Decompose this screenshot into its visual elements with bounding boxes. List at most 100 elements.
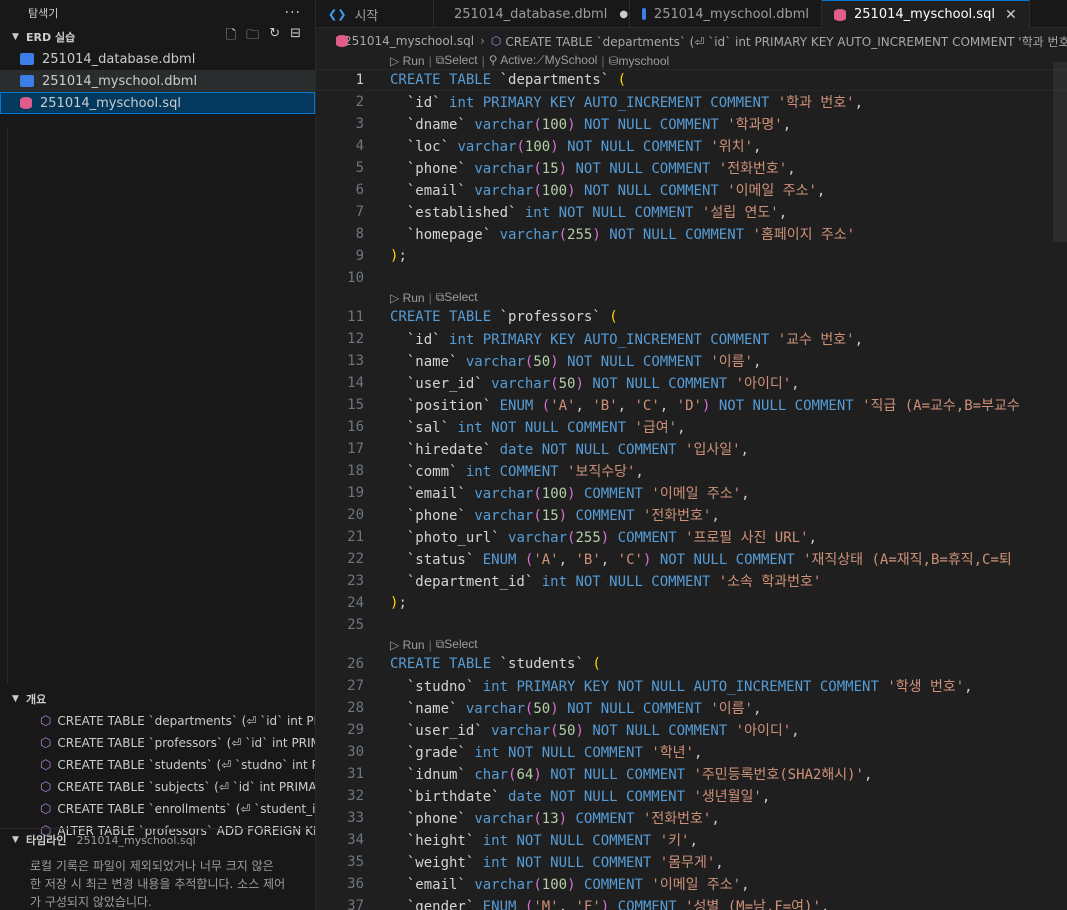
- explorer-title: 탐색기: [28, 7, 59, 20]
- explorer-header: 탐색기 ···: [0, 0, 315, 26]
- code-line[interactable]: 11 CREATE TABLE `professors` (: [316, 306, 1067, 328]
- cube-icon: ⬡: [40, 801, 52, 817]
- dbml-icon: [642, 8, 646, 20]
- code-text: `phone` varchar(15) COMMENT '전화번호',: [406, 508, 720, 524]
- code-text: `email` varchar(100) COMMENT '이메일 주소',: [406, 486, 750, 502]
- code-line[interactable]: 6 `email` varchar(100) NOT NULL COMMENT …: [316, 179, 1067, 201]
- code-line[interactable]: 8 `homepage` varchar(255) NOT NULL COMME…: [316, 223, 1067, 245]
- code-line[interactable]: 35 `weight` int NOT NULL COMMENT '몸무게',: [316, 851, 1067, 873]
- file-item[interactable]: 251014_myschool.dbml: [0, 70, 315, 92]
- code-line[interactable]: 19 `email` varchar(100) COMMENT '이메일 주소'…: [316, 482, 1067, 504]
- line-number: 16: [347, 419, 364, 435]
- outline-item[interactable]: ⬡ CREATE TABLE `professors` (⏎ `id` int P…: [0, 732, 315, 754]
- outline-item[interactable]: ⬡ CREATE TABLE `departments` (⏎ `id` int …: [0, 710, 315, 732]
- select-codelens[interactable]: ⧉Select: [436, 53, 478, 68]
- code-line[interactable]: 5 `phone` varchar(15) NOT NULL COMMENT '…: [316, 157, 1067, 179]
- line-number: 28: [347, 700, 364, 716]
- code-line[interactable]: 17 `hiredate` date NOT NULL COMMENT '입사일…: [316, 438, 1067, 460]
- code-line[interactable]: 24);: [316, 592, 1067, 614]
- select-codelens[interactable]: ⧉Select: [436, 290, 478, 305]
- code-line[interactable]: 21 `photo_url` varchar(255) COMMENT '프로필…: [316, 526, 1067, 548]
- code-line[interactable]: 4 `loc` varchar(100) NOT NULL COMMENT '위…: [316, 135, 1067, 157]
- file-item[interactable]: 251014_myschool.sql: [0, 92, 315, 114]
- select-codelens[interactable]: ⧉Select: [436, 637, 478, 652]
- code-line[interactable]: 29 `user_id` varchar(50) NOT NULL COMMEN…: [316, 719, 1067, 741]
- timeline-panel: ▼ 타임라인 251014_myschool.sql 로컬 기록은 파일이 제외…: [0, 828, 315, 910]
- code-line[interactable]: 27 `studno` int PRIMARY KEY NOT NULL AUT…: [316, 675, 1067, 697]
- unsaved-dot-icon[interactable]: ●: [619, 9, 628, 20]
- new-file-icon[interactable]: 🗋: [226, 26, 236, 48]
- outline-item[interactable]: ⬡ CREATE TABLE `enrollments` (⏎ `student_…: [0, 798, 315, 820]
- editor-tab[interactable]: 251014_myschool.sql ✕: [822, 0, 1030, 28]
- code-line[interactable]: 32 `birthdate` date NOT NULL COMMENT '생년…: [316, 785, 1067, 807]
- code-line[interactable]: 33 `phone` varchar(13) COMMENT '전화번호',: [316, 807, 1067, 829]
- line-number: 35: [347, 854, 364, 870]
- code-line[interactable]: 3 `dname` varchar(100) NOT NULL COMMENT …: [316, 113, 1067, 135]
- code-line[interactable]: 30 `grade` int NOT NULL COMMENT '학년',: [316, 741, 1067, 763]
- timeline-file: 251014_myschool.sql: [76, 833, 196, 847]
- dbml-file-icon: [20, 53, 34, 65]
- code-line[interactable]: 20 `phone` varchar(15) COMMENT '전화번호',: [316, 504, 1067, 526]
- code-line[interactable]: 34 `height` int NOT NULL COMMENT '키',: [316, 829, 1067, 851]
- outline-item[interactable]: ⬡ CREATE TABLE `subjects` (⏎ `id` int PRI…: [0, 776, 315, 798]
- collapse-all-icon[interactable]: ⊟: [290, 26, 301, 48]
- close-icon[interactable]: ✕: [1005, 7, 1017, 23]
- new-folder-icon[interactable]: 🗀: [246, 26, 259, 48]
- code-line[interactable]: 13 `name` varchar(50) NOT NULL COMMENT '…: [316, 350, 1067, 372]
- outline-label: CREATE TABLE `enrollments` (⏎ `student_i…: [57, 802, 315, 816]
- code-line[interactable]: 14 `user_id` varchar(50) NOT NULL COMMEN…: [316, 372, 1067, 394]
- code-line[interactable]: 22 `status` ENUM ('A', 'B', 'C') NOT NUL…: [316, 548, 1067, 570]
- outline-item[interactable]: ⬡ CREATE TABLE `students` (⏎ `studno` int…: [0, 754, 315, 776]
- more-actions-icon[interactable]: ···: [285, 5, 301, 21]
- file-name: 251014_myschool.sql: [40, 95, 181, 111]
- editor-scrollbar[interactable]: [1053, 52, 1067, 910]
- file-item[interactable]: 251014_database.dbml: [0, 48, 315, 70]
- code-line[interactable]: 26 CREATE TABLE `students` (: [316, 653, 1067, 675]
- refresh-icon[interactable]: ↻: [269, 26, 280, 48]
- chevron-down-icon: ▼: [12, 32, 19, 42]
- breadcrumb-file[interactable]: 251014_myschool.sql: [344, 34, 474, 48]
- code-line[interactable]: 16 `sal` int NOT NULL COMMENT '급여',: [316, 416, 1067, 438]
- code-line[interactable]: 15 `position` ENUM ('A', 'B', 'C', 'D') …: [316, 394, 1067, 416]
- code-line[interactable]: 2 `id` int PRIMARY KEY AUTO_INCREMENT CO…: [316, 91, 1067, 113]
- editor-tab[interactable]: 251014_myschool.dbml: [630, 0, 822, 28]
- dbml-file-icon: [20, 75, 34, 87]
- code-line[interactable]: 23 `department_id` int NOT NULL COMMENT …: [316, 570, 1067, 592]
- run-codelens[interactable]: ▷ Run: [390, 638, 425, 652]
- code-line[interactable]: 9);: [316, 245, 1067, 267]
- codelens: ▷ Run | ⧉Select: [316, 289, 1067, 306]
- code-line[interactable]: 31 `idnum` char(64) NOT NULL COMMENT '주민…: [316, 763, 1067, 785]
- scroll-thumb[interactable]: [1053, 62, 1067, 242]
- run-codelens[interactable]: ▷ Run: [390, 291, 425, 305]
- timeline-title: 타임라인: [26, 834, 67, 847]
- code-text: `id` int PRIMARY KEY AUTO_INCREMENT COMM…: [406, 95, 863, 111]
- separator: |: [481, 53, 485, 68]
- active-connection-codelens[interactable]: ⚲ Active:⟋MySchool: [489, 53, 598, 68]
- line-number: 23: [347, 573, 364, 589]
- code-line[interactable]: 25: [316, 614, 1067, 636]
- code-line[interactable]: 18 `comm` int COMMENT '보직수당',: [316, 460, 1067, 482]
- tree-indent-guide: [7, 128, 8, 683]
- editor-tab[interactable]: 251014_database.dbml ●: [434, 0, 630, 28]
- outline-header[interactable]: ▼ 개요: [0, 688, 315, 710]
- line-number: 14: [347, 375, 364, 391]
- code-line[interactable]: 1 CREATE TABLE `departments` (: [316, 69, 1067, 91]
- editor-tab[interactable]: ❮❯ 시작: [316, 0, 434, 28]
- code-line[interactable]: 10: [316, 267, 1067, 289]
- database-codelens[interactable]: ⛁myschool: [608, 54, 669, 68]
- code-text: `loc` varchar(100) NOT NULL COMMENT '위치'…: [406, 139, 762, 155]
- run-codelens[interactable]: ▷ Run: [390, 54, 425, 68]
- code-line[interactable]: 37 `gender` ENUM ('M', 'F') COMMENT '성별 …: [316, 895, 1067, 910]
- code-line[interactable]: 36 `email` varchar(100) COMMENT '이메일 주소'…: [316, 873, 1067, 895]
- code-text: `name` varchar(50) NOT NULL COMMENT '이름'…: [406, 701, 762, 717]
- folder-section-header[interactable]: ▼ ERD 실습 🗋 🗀 ↻ ⊟: [0, 26, 315, 48]
- line-number: 32: [347, 788, 364, 804]
- code-line[interactable]: 28 `name` varchar(50) NOT NULL COMMENT '…: [316, 697, 1067, 719]
- code-editor[interactable]: ▷ Run | ⧉Select | ⚲ Active:⟋MySchool | ⛁myscho…: [316, 52, 1067, 910]
- code-line[interactable]: 12 `id` int PRIMARY KEY AUTO_INCREMENT C…: [316, 328, 1067, 350]
- code-text: `hiredate` date NOT NULL COMMENT '입사일',: [406, 442, 749, 458]
- chevron-down-icon: ▼: [12, 835, 19, 845]
- timeline-header[interactable]: ▼ 타임라인 251014_myschool.sql: [0, 829, 315, 851]
- code-line[interactable]: 7 `established` int NOT NULL COMMENT '설립…: [316, 201, 1067, 223]
- breadcrumb-symbol[interactable]: CREATE TABLE `departments` (⏎ `id` int P…: [505, 33, 1067, 50]
